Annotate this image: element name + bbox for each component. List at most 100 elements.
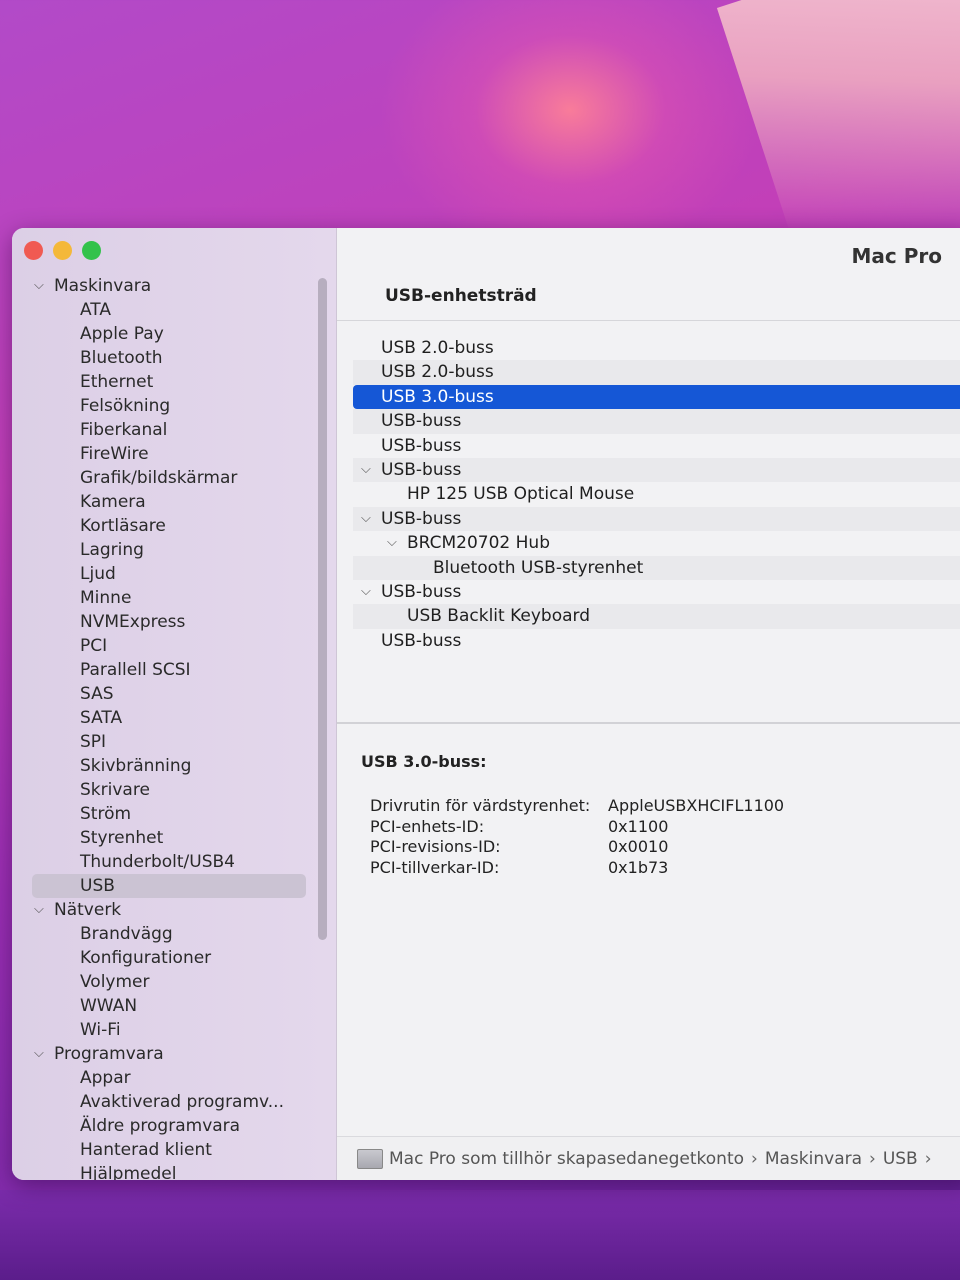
usb-row-label: USB-buss [381,459,462,480]
sidebar-group-natverk[interactable]: ⌵ Nätverk [12,898,336,922]
usb-tree-row[interactable]: USB 2.0-buss [353,360,960,385]
chevron-down-icon[interactable]: ⌵ [387,531,397,555]
sidebar-item-label: Grafik/bildskärmar [80,468,238,488]
usb-row-label: USB-buss [381,508,462,529]
zoom-window-button[interactable] [82,241,101,260]
sidebar-item-label: Styrenhet [80,828,164,848]
usb-row-label: USB 2.0-buss [381,362,494,383]
usb-tree-row[interactable]: ⌵ USB-buss [353,457,960,483]
sidebar-tree: ⌵ Maskinvara ATA Apple Pay Bluetooth Eth… [12,274,336,1180]
sidebar-group-programvara[interactable]: ⌵ Programvara [12,1042,336,1066]
sidebar-item-appar[interactable]: Appar [12,1066,336,1090]
sidebar-item-felsokning[interactable]: Felsökning [12,394,336,418]
chevron-down-icon[interactable]: ⌵ [361,507,371,531]
path-bar: Mac Pro som tillhör skapasedanegetkonto ›… [337,1136,960,1180]
sidebar-item-ethernet[interactable]: Ethernet [12,370,336,394]
computer-icon [357,1149,383,1169]
sidebar-item-minne[interactable]: Minne [12,586,336,610]
sidebar-item-styrenhet[interactable]: Styrenhet [12,826,336,850]
property-row: Drivrutin för värdstyrenhet: AppleUSBXHC… [370,796,784,817]
sidebar-item-apple-pay[interactable]: Apple Pay [12,322,336,346]
property-value: 0x1b73 [608,857,669,877]
sidebar-item-skivbranning[interactable]: Skivbränning [12,754,336,778]
sidebar-item-ata[interactable]: ATA [12,298,336,322]
property-row: PCI-tillverkar-ID: 0x1b73 [370,858,784,879]
details-properties: Drivrutin för värdstyrenhet: AppleUSBXHC… [370,796,784,878]
sidebar-item-label: WWAN [80,996,138,1016]
usb-tree-row[interactable]: HP 125 USB Optical Mouse [353,482,960,506]
sidebar-item-label: Thunderbolt/USB4 [80,852,235,872]
sidebar-item-spi[interactable]: SPI [12,730,336,754]
sidebar-item-kamera[interactable]: Kamera [12,490,336,514]
split-pane-divider[interactable] [337,722,960,724]
sidebar-item-label: Hjälpmedel [80,1164,177,1180]
sidebar-item-label: FireWire [80,444,149,464]
usb-tree-row[interactable]: USB-buss [353,629,960,653]
sidebar-item-thunderbolt[interactable]: Thunderbolt/USB4 [12,850,336,874]
usb-tree-row[interactable]: ⌵ BRCM20702 Hub [353,531,960,555]
breadcrumb-computer[interactable]: Mac Pro som tillhör skapasedanegetkonto [389,1149,744,1169]
usb-tree-row[interactable]: ⌵ USB-buss [353,580,960,604]
chevron-down-icon[interactable]: ⌵ [34,1042,44,1066]
sidebar-item-label: Kortläsare [80,516,166,536]
system-information-window: ⌵ Maskinvara ATA Apple Pay Bluetooth Eth… [12,228,960,1180]
sidebar-item-sas[interactable]: SAS [12,682,336,706]
sidebar-item-hjalpmedel[interactable]: Hjälpmedel [12,1162,336,1180]
breadcrumb-maskinvara[interactable]: Maskinvara [765,1149,862,1169]
usb-row-label: BRCM20702 Hub [407,533,550,554]
property-key: Drivrutin för värdstyrenhet: [370,796,591,815]
sidebar-item-label: Ljud [80,564,116,584]
wallpaper-bottom [0,1190,960,1280]
usb-tree-row-selected[interactable]: USB 3.0-buss [353,384,960,410]
sidebar-group-maskinvara[interactable]: ⌵ Maskinvara [12,274,336,298]
sidebar-item-wifi[interactable]: Wi-Fi [12,1018,336,1042]
sidebar-item-pci[interactable]: PCI [12,634,336,658]
sidebar-item-label: ATA [80,300,112,320]
property-value: 0x0010 [608,837,669,856]
sidebar-scrollbar[interactable] [318,278,327,940]
sidebar-item-nvmexpress[interactable]: NVMExpress [12,610,336,634]
chevron-down-icon[interactable]: ⌵ [361,580,371,604]
sidebar-item-label: Hanterad klient [80,1140,212,1160]
sidebar-item-brandvagg[interactable]: Brandvägg [12,922,336,946]
sidebar-item-hanterad-klient[interactable]: Hanterad klient [12,1138,336,1162]
sidebar-item-label: PCI [80,636,108,656]
sidebar-item-sata[interactable]: SATA [12,706,336,730]
sidebar-item-label: Skivbränning [80,756,192,776]
sidebar-item-parallell-scsi[interactable]: Parallell SCSI [12,658,336,682]
sidebar-item-wwan[interactable]: WWAN [12,994,336,1018]
sidebar-item-firewire[interactable]: FireWire [12,442,336,466]
sidebar-item-avaktiverad[interactable]: Avaktiverad programv... [12,1090,336,1114]
sidebar-item-konfigurationer[interactable]: Konfigurationer [12,946,336,970]
usb-tree-row[interactable]: USB-buss [353,434,960,458]
usb-tree-row[interactable]: Bluetooth USB-styrenhet [353,555,960,580]
sidebar-item-ljud[interactable]: Ljud [12,562,336,586]
sidebar-item-fiberkanal[interactable]: Fiberkanal [12,418,336,442]
chevron-down-icon[interactable]: ⌵ [361,458,371,482]
sidebar-item-label: Lagring [80,540,144,560]
sidebar-item-strom[interactable]: Ström [12,802,336,826]
breadcrumb-usb[interactable]: USB [883,1149,918,1169]
minimize-window-button[interactable] [53,241,72,260]
close-window-button[interactable] [24,241,43,260]
chevron-down-icon[interactable]: ⌵ [34,274,44,298]
sidebar-item-kortlasare[interactable]: Kortläsare [12,514,336,538]
chevron-down-icon[interactable]: ⌵ [34,898,44,922]
sidebar-item-aldre-programvara[interactable]: Äldre programvara [12,1114,336,1138]
sidebar-item-label: Brandvägg [80,924,173,944]
sidebar-item-usb[interactable]: USB [32,874,306,898]
sidebar-item-bluetooth[interactable]: Bluetooth [12,346,336,370]
sidebar-item-volymer[interactable]: Volymer [12,970,336,994]
sidebar-item-skrivare[interactable]: Skrivare [12,778,336,802]
usb-tree-row[interactable]: USB-buss [353,409,960,434]
property-row: PCI-revisions-ID: 0x0010 [370,837,784,858]
sidebar-item-grafik[interactable]: Grafik/bildskärmar [12,466,336,490]
usb-tree-row[interactable]: USB 2.0-buss [353,336,960,360]
sidebar-item-label: NVMExpress [80,612,186,632]
sidebar-item-lagring[interactable]: Lagring [12,538,336,562]
header-divider [337,320,960,321]
usb-tree-row[interactable]: ⌵ USB-buss [353,506,960,532]
chevron-right-icon: › [924,1149,932,1169]
usb-tree-row[interactable]: USB Backlit Keyboard [353,604,960,629]
sidebar-group-label: Programvara [54,1044,164,1064]
